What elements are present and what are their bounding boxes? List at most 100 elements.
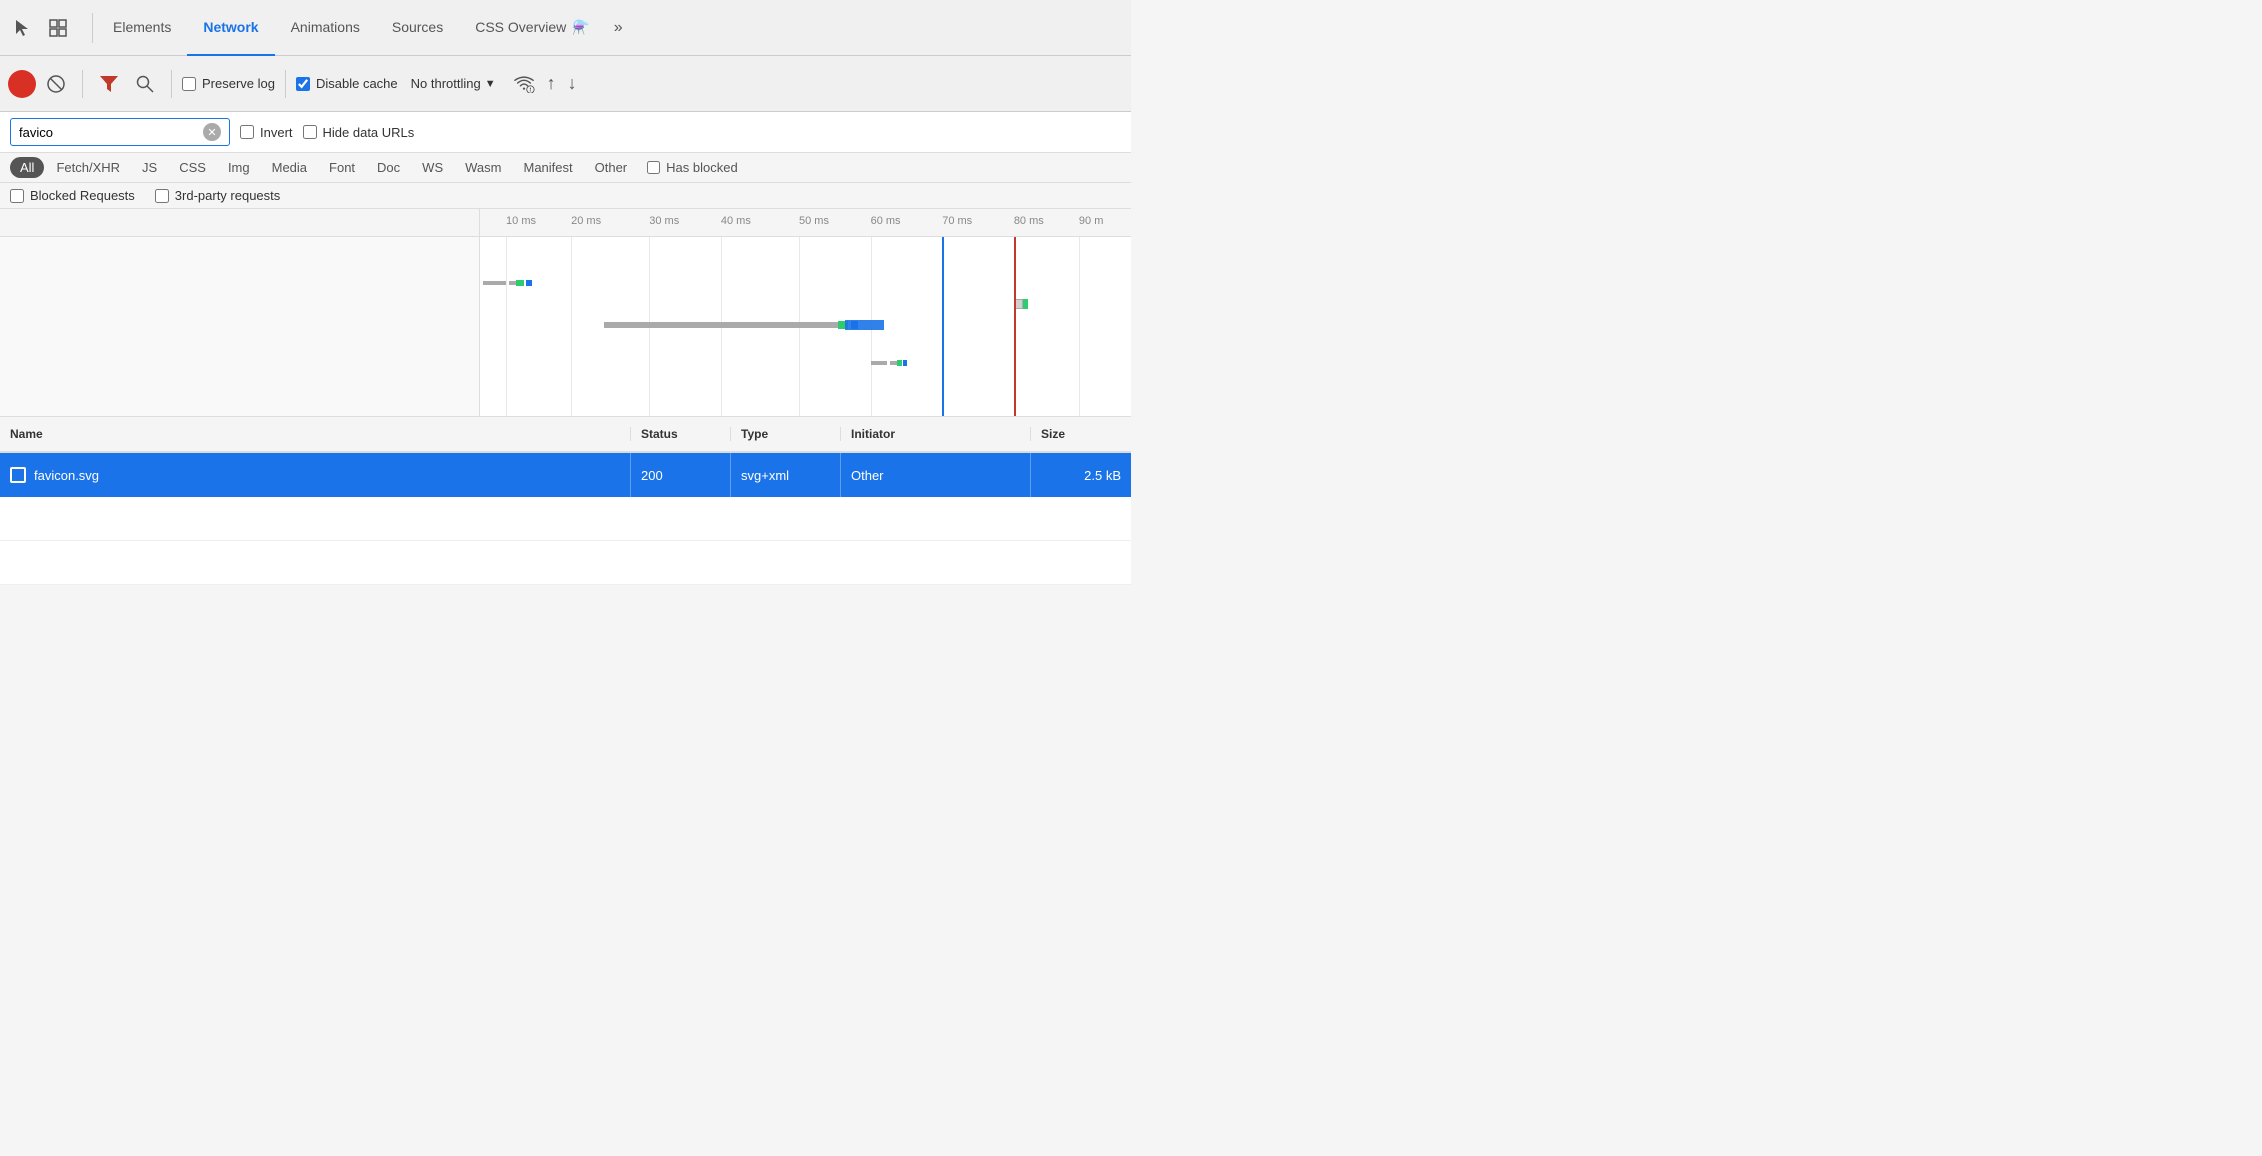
tab-divider <box>92 13 93 43</box>
search-button[interactable] <box>129 68 161 100</box>
filter-button[interactable] <box>93 68 125 100</box>
col-header-size[interactable]: Size <box>1031 427 1131 441</box>
type-filter-ws[interactable]: WS <box>412 157 453 178</box>
bar-gray-3a <box>871 361 887 365</box>
type-filter-wasm[interactable]: Wasm <box>455 157 511 178</box>
type-filter-manifest[interactable]: Manifest <box>513 157 582 178</box>
row-checkbox[interactable] <box>10 467 26 483</box>
type-filter-xhr[interactable]: Fetch/XHR <box>46 157 130 178</box>
type-filter-doc[interactable]: Doc <box>367 157 410 178</box>
blocked-requests-checkbox[interactable] <box>10 189 24 203</box>
type-filter-other[interactable]: Other <box>585 157 638 178</box>
disable-cache-checkbox[interactable] <box>296 77 310 91</box>
empty-row-2 <box>0 541 1131 585</box>
record-button[interactable] <box>8 70 36 98</box>
preserve-log-checkbox[interactable] <box>182 77 196 91</box>
tab-animations[interactable]: Animations <box>275 0 376 56</box>
hide-data-urls-checkbox[interactable] <box>303 125 317 139</box>
search-box[interactable]: ✕ <box>10 118 230 146</box>
invert-label[interactable]: Invert <box>240 125 293 140</box>
tick-80ms: 80 ms <box>1014 215 1044 227</box>
toolbar-separator-1 <box>82 70 83 98</box>
bar-green-1 <box>516 280 524 286</box>
has-blocked-label: Has blocked <box>647 160 738 175</box>
third-party-label[interactable]: 3rd-party requests <box>155 188 281 203</box>
table-header: Name Status Type Initiator Size <box>0 417 1131 453</box>
bar-gray-1b <box>509 281 516 285</box>
throttle-dropdown[interactable]: No throttling ▼ <box>402 71 505 96</box>
table-row[interactable]: favicon.svg 200 svg+xml Other 2.5 kB <box>0 453 1131 497</box>
tick-50ms: 50 ms <box>799 215 829 227</box>
type-filter-all[interactable]: All <box>10 157 44 178</box>
blocked-bar: Blocked Requests 3rd-party requests <box>0 183 1131 209</box>
clear-button[interactable] <box>40 68 72 100</box>
upload-button[interactable]: ↑ <box>547 73 556 94</box>
preserve-log-label[interactable]: Preserve log <box>182 76 275 91</box>
bar-row-4 <box>1014 297 1131 311</box>
bar-blue-2c <box>845 320 884 330</box>
col-header-status[interactable]: Status <box>631 427 731 441</box>
bar-gray-1a <box>483 281 506 285</box>
tab-network[interactable]: Network <box>187 0 274 56</box>
timeline-tick-header: 10 ms 20 ms 30 ms 40 ms 50 ms 60 ms 70 m… <box>0 209 1131 237</box>
tick-30ms: 30 ms <box>649 215 679 227</box>
tab-sources[interactable]: Sources <box>376 0 459 56</box>
third-party-checkbox[interactable] <box>155 189 169 203</box>
invert-checkbox[interactable] <box>240 125 254 139</box>
hide-data-urls-label[interactable]: Hide data URLs <box>303 125 415 140</box>
row-type-cell: svg+xml <box>731 453 841 497</box>
tab-css-overview[interactable]: CSS Overview ⚗️ <box>459 0 605 56</box>
waterfall-container: 10 ms 20 ms 30 ms 40 ms 50 ms 60 ms 70 m… <box>0 209 1131 417</box>
import-export-buttons: ↑ ↓ <box>547 73 577 94</box>
bar-green-3 <box>897 360 902 366</box>
inspect-icon[interactable] <box>44 14 72 42</box>
type-filter-media[interactable]: Media <box>262 157 317 178</box>
tick-90ms: 90 m <box>1079 215 1103 227</box>
bar-gray-2b <box>825 322 838 328</box>
type-filter-js[interactable]: JS <box>132 157 167 178</box>
type-filter-font[interactable]: Font <box>319 157 365 178</box>
row-size-cell: 2.5 kB <box>1031 453 1131 497</box>
waterfall-chart <box>480 237 1131 416</box>
row-status-cell: 200 <box>631 453 731 497</box>
tab-bar: Elements Network Animations Sources CSS … <box>0 0 1131 56</box>
tab-elements[interactable]: Elements <box>97 0 187 56</box>
chevron-down-icon: ▼ <box>485 78 496 90</box>
col-header-initiator[interactable]: Initiator <box>841 427 1031 441</box>
network-toolbar: Preserve log Disable cache No throttling… <box>0 56 1131 112</box>
clear-search-button[interactable]: ✕ <box>203 123 221 141</box>
tick-20ms: 20 ms <box>571 215 601 227</box>
more-tabs-button[interactable]: » <box>606 19 631 37</box>
blocked-requests-label[interactable]: Blocked Requests <box>10 188 135 203</box>
flask-icon: ⚗️ <box>572 19 589 36</box>
marker-red <box>1014 237 1016 416</box>
tick-60ms: 60 ms <box>871 215 901 227</box>
row-initiator-cell: Other <box>841 453 1031 497</box>
tick-40ms: 40 ms <box>721 215 751 227</box>
toolbar-separator-2 <box>171 70 172 98</box>
bar-row-1 <box>480 277 1131 289</box>
waterfall-rows <box>0 237 1131 417</box>
bar-gray-2 <box>604 322 825 328</box>
empty-row-1 <box>0 497 1131 541</box>
row-name-cell: favicon.svg <box>0 453 631 497</box>
type-filter-bar: All Fetch/XHR JS CSS Img Media Font Doc … <box>0 153 1131 183</box>
search-input[interactable] <box>19 125 203 140</box>
download-button[interactable]: ↓ <box>568 73 577 94</box>
toolbar-separator-3 <box>285 70 286 98</box>
tick-70ms: 70 ms <box>942 215 972 227</box>
disable-cache-label[interactable]: Disable cache <box>296 76 398 91</box>
waterfall-left-panel <box>0 237 480 416</box>
tick-10ms: 10 ms <box>506 215 536 227</box>
type-filter-css[interactable]: CSS <box>169 157 216 178</box>
has-blocked-checkbox[interactable] <box>647 161 660 174</box>
bar-green-4 <box>1023 299 1028 309</box>
col-header-type[interactable]: Type <box>731 427 841 441</box>
cursor-icon[interactable] <box>8 14 36 42</box>
network-conditions-button[interactable] <box>509 71 539 97</box>
bar-blue-1 <box>526 280 533 286</box>
bar-row-2 <box>480 317 1131 333</box>
type-filter-img[interactable]: Img <box>218 157 260 178</box>
col-header-name[interactable]: Name <box>0 427 631 441</box>
devtools-icons <box>8 14 72 42</box>
